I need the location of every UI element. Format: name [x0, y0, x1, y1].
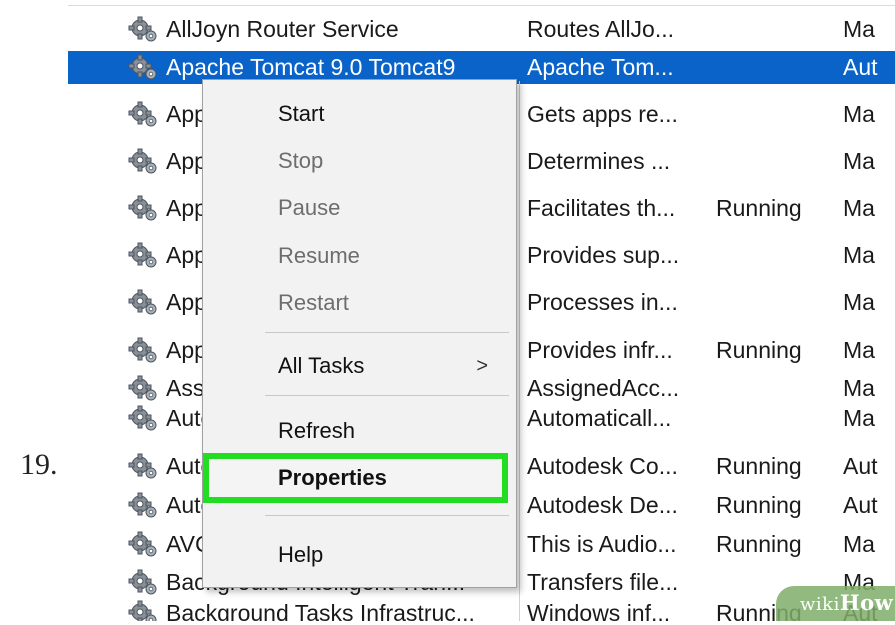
- service-description: This is Audio...: [527, 531, 677, 557]
- service-startup-type: Aut: [843, 492, 878, 518]
- chevron-right-icon: >: [476, 355, 488, 377]
- gear-icon: [128, 242, 160, 270]
- menu-separator: [265, 515, 509, 516]
- watermark-wiki: wiki: [800, 594, 840, 615]
- menu-label: Resume: [278, 243, 360, 268]
- context-menu: Start Stop Pause Resume Restart All Task…: [202, 79, 517, 588]
- service-startup-type: Ma: [843, 375, 875, 401]
- gear-icon: [128, 16, 160, 44]
- menu-label: Start: [278, 101, 325, 126]
- service-description: Provides infr...: [527, 337, 673, 363]
- service-status: Running: [716, 531, 802, 557]
- menu-label: Restart: [278, 290, 349, 315]
- service-row[interactable]: AllJoyn Router Service Routes AllJo... Ma: [68, 13, 895, 46]
- menu-label: Stop: [278, 148, 324, 173]
- menu-label: Help: [278, 542, 324, 567]
- service-description: AssignedAcc...: [527, 375, 680, 401]
- service-startup-type: Ma: [843, 289, 875, 315]
- service-description: Transfers file...: [527, 569, 679, 595]
- service-startup-type: Ma: [843, 337, 875, 363]
- service-status: Running: [716, 453, 802, 479]
- gear-icon: [128, 531, 160, 559]
- gear-icon: [128, 337, 160, 365]
- step-number: 19.: [20, 448, 58, 481]
- service-description: Provides sup...: [527, 242, 680, 268]
- service-status: Running: [716, 337, 802, 363]
- watermark-how: How: [839, 590, 894, 615]
- service-startup-type: Aut: [843, 453, 878, 479]
- menu-label: Pause: [278, 195, 341, 220]
- service-status: Running: [716, 195, 802, 221]
- menu-label: Refresh: [278, 418, 356, 443]
- service-status: Running: [716, 492, 802, 518]
- menu-item-restart[interactable]: Restart: [203, 283, 516, 323]
- service-startup-type: Ma: [843, 405, 875, 431]
- service-description: Windows inf...: [527, 600, 671, 621]
- gear-icon: [128, 54, 160, 82]
- service-description: Facilitates th...: [527, 195, 676, 221]
- service-description: Processes in...: [527, 289, 678, 315]
- menu-item-refresh[interactable]: Refresh: [203, 411, 516, 451]
- gear-icon: [128, 375, 160, 403]
- service-description: Autodesk Co...: [527, 453, 678, 479]
- gear-icon: [128, 148, 160, 176]
- service-startup-type: Ma: [843, 195, 875, 221]
- gear-icon: [128, 569, 160, 597]
- gear-icon: [128, 405, 160, 433]
- service-description: Routes AllJo...: [527, 16, 675, 42]
- service-startup-type: Ma: [843, 531, 875, 557]
- gear-icon: [128, 492, 160, 520]
- service-description: Autodesk De...: [527, 492, 678, 518]
- service-startup-type: Ma: [843, 101, 875, 127]
- service-name: Apache Tomcat 9.0 Tomcat9: [166, 54, 456, 80]
- service-description: Gets apps re...: [527, 101, 678, 127]
- menu-item-pause[interactable]: Pause: [203, 188, 516, 228]
- menu-separator: [265, 395, 509, 396]
- service-name: Background Tasks Infrastruc...: [166, 600, 475, 621]
- menu-separator: [265, 332, 509, 333]
- gear-icon: [128, 101, 160, 129]
- service-startup-type: Ma: [843, 148, 875, 174]
- service-description: Determines ...: [527, 148, 671, 174]
- service-startup-type: Aut: [843, 54, 878, 80]
- menu-item-properties[interactable]: Properties: [203, 458, 516, 498]
- service-startup-type: Ma: [843, 16, 875, 42]
- menu-label: All Tasks: [278, 353, 365, 378]
- menu-item-resume[interactable]: Resume: [203, 236, 516, 276]
- gear-icon: [128, 289, 160, 317]
- menu-item-all-tasks[interactable]: All Tasks >: [203, 346, 516, 386]
- service-description: Apache Tom...: [527, 54, 674, 80]
- menu-item-start[interactable]: Start: [203, 94, 516, 134]
- service-row[interactable]: Background Tasks Infrastruc... Windows in…: [68, 597, 895, 621]
- gear-icon: [128, 195, 160, 223]
- service-name: AllJoyn Router Service: [166, 16, 399, 42]
- service-description: Automaticall...: [527, 405, 672, 431]
- column-divider: [519, 81, 520, 621]
- service-startup-type: Ma: [843, 242, 875, 268]
- gear-icon: [128, 453, 160, 481]
- wikihow-watermark: wikiHow: [776, 586, 895, 621]
- menu-item-stop[interactable]: Stop: [203, 141, 516, 181]
- gear-icon: [128, 600, 160, 621]
- menu-label: Properties: [278, 465, 387, 490]
- menu-item-help[interactable]: Help: [203, 535, 516, 575]
- services-window: AllJoyn Router Service Routes AllJo... Ma A…: [68, 5, 895, 621]
